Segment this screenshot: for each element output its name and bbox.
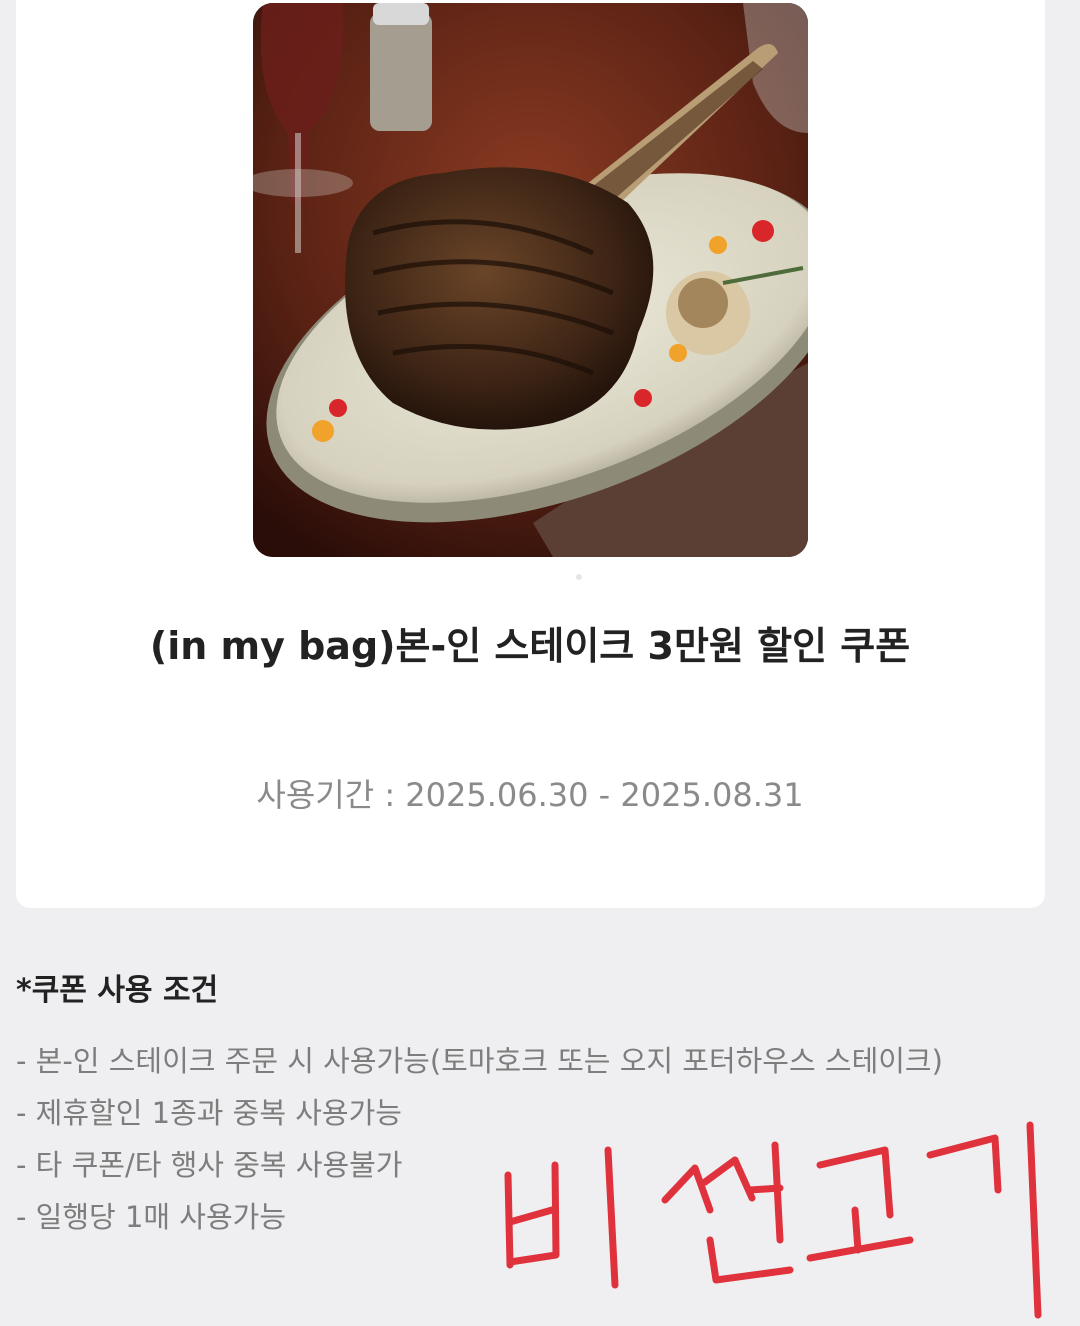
conditions-list: - 본-인 스테이크 주문 시 사용가능(토마호크 또는 오지 포터하우스 스테… <box>16 1035 1046 1243</box>
coupon-conditions: *쿠폰 사용 조건 - 본-인 스테이크 주문 시 사용가능(토마호크 또는 오… <box>16 965 1046 1243</box>
condition-item: - 제휴할인 1종과 중복 사용가능 <box>16 1096 402 1130</box>
coupon-image <box>253 3 808 557</box>
coupon-title: (in my bag)본-인 스테이크 3만원 할인 쿠폰 <box>149 624 911 668</box>
carousel-indicator <box>576 574 582 580</box>
condition-item: - 본-인 스테이크 주문 시 사용가능(토마호크 또는 오지 포터하우스 스테… <box>16 1044 943 1078</box>
condition-item: - 일행당 1매 사용가능 <box>16 1200 287 1234</box>
coupon-period: 사용기간 : 2025.06.30 - 2025.08.31 <box>256 776 804 814</box>
condition-item: - 타 쿠폰/타 행사 중복 사용불가 <box>16 1148 403 1182</box>
conditions-heading: *쿠폰 사용 조건 <box>16 973 219 1008</box>
